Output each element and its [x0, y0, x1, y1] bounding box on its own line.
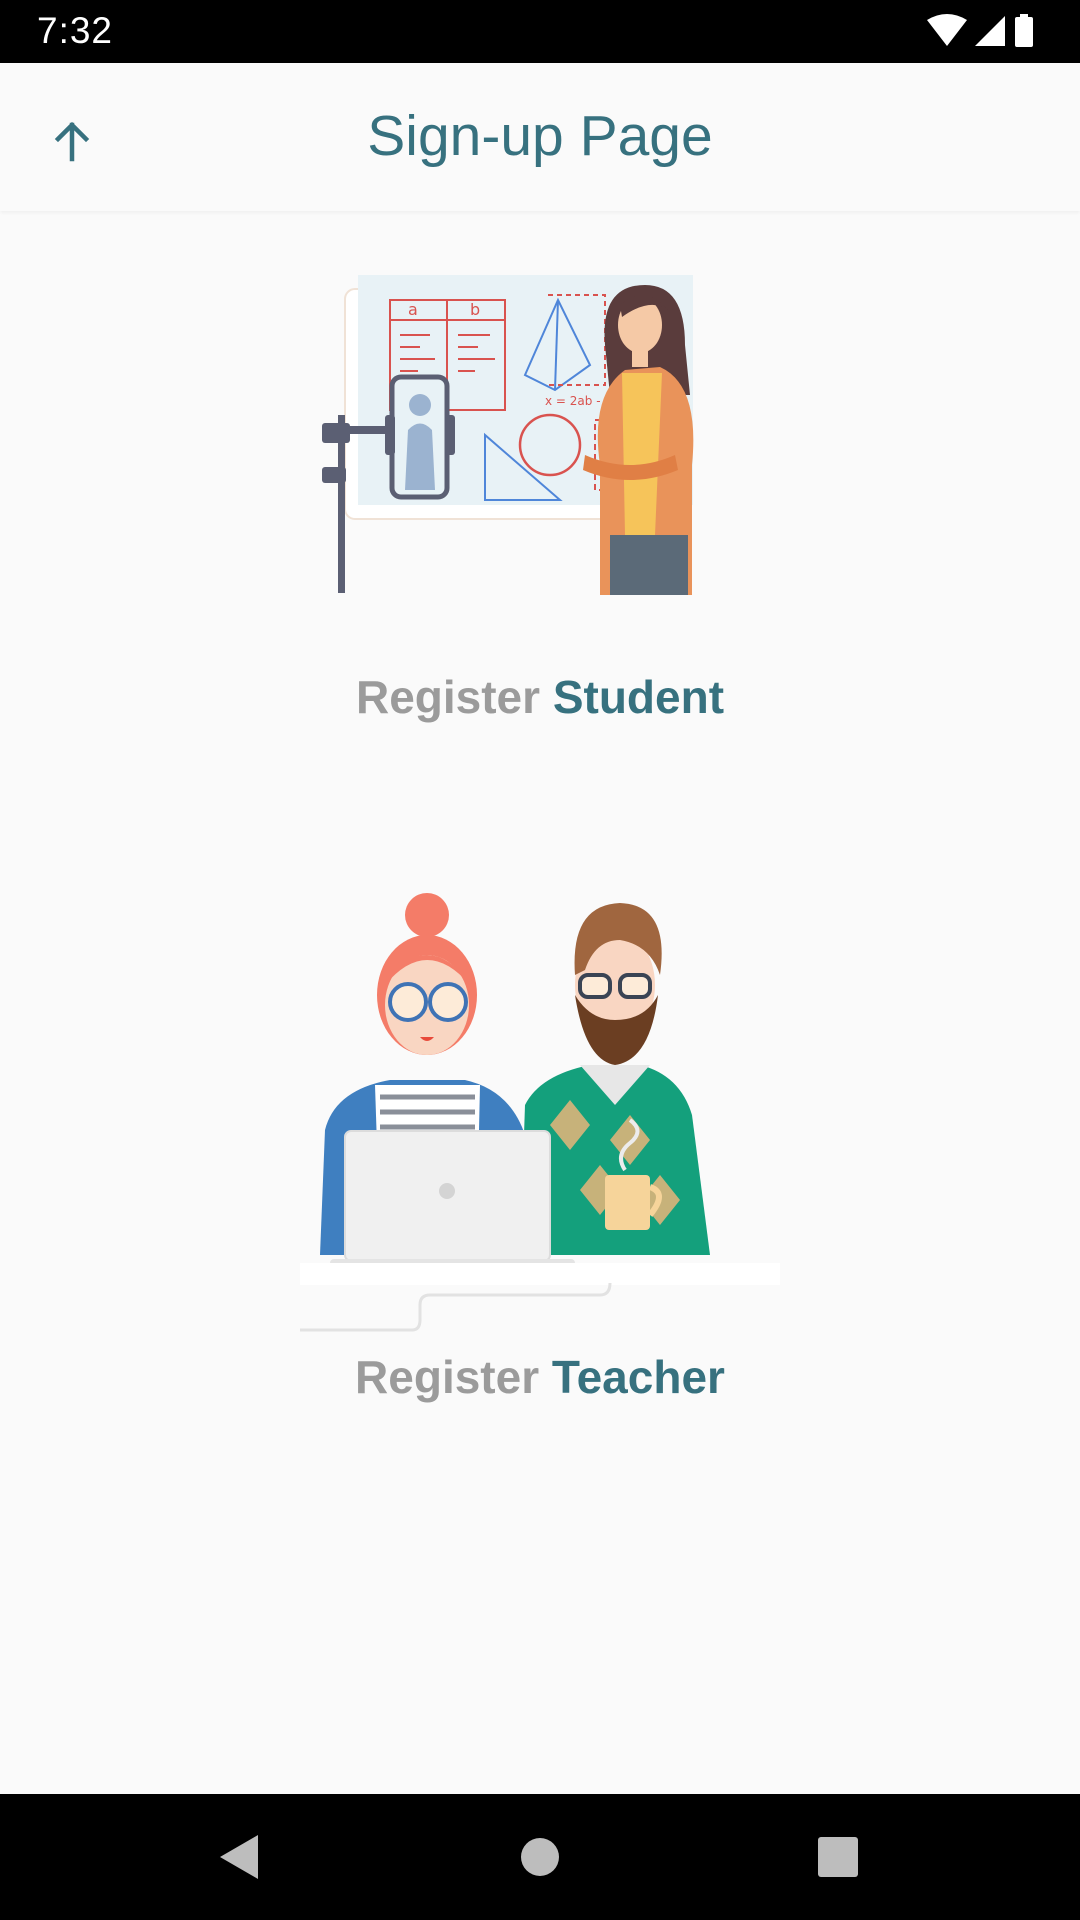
cell-signal-icon — [975, 16, 1005, 46]
back-triangle-icon — [220, 1835, 258, 1879]
nav-recents-button[interactable] — [808, 1827, 868, 1887]
status-icons — [925, 12, 1040, 52]
register-student-label: Register Student — [300, 670, 780, 724]
svg-text:a: a — [408, 300, 418, 319]
register-student-role: Student — [552, 671, 725, 723]
svg-text:b: b — [470, 300, 480, 319]
recents-square-icon — [818, 1837, 858, 1877]
page-title: Sign-up Page — [367, 104, 713, 168]
nav-back-button[interactable] — [210, 1827, 270, 1887]
wifi-icon — [927, 14, 967, 46]
system-nav-bar — [0, 1794, 1080, 1920]
two-people-laptop-illustration — [300, 893, 780, 1332]
status-time: 7:32 — [37, 10, 114, 51]
battery-icon — [1015, 14, 1033, 47]
register-teacher-label: Register Teacher — [300, 1350, 780, 1404]
register-student-option[interactable]: a b A=½ x = 2ab - 3b — [300, 255, 780, 755]
home-circle-icon — [521, 1838, 559, 1876]
register-student-prefix: Register — [355, 671, 541, 723]
register-teacher-option[interactable]: Register Teacher — [300, 875, 780, 1415]
register-teacher-role: Teacher — [551, 1351, 725, 1403]
register-teacher-prefix: Register — [355, 1351, 540, 1403]
app-bar: Sign-up Page — [0, 63, 1080, 211]
teacher-at-whiteboard-illustration: a b A=½ x = 2ab - 3b — [322, 275, 694, 595]
nav-home-button[interactable] — [510, 1827, 570, 1887]
status-bar: 7:32 — [0, 0, 1080, 63]
